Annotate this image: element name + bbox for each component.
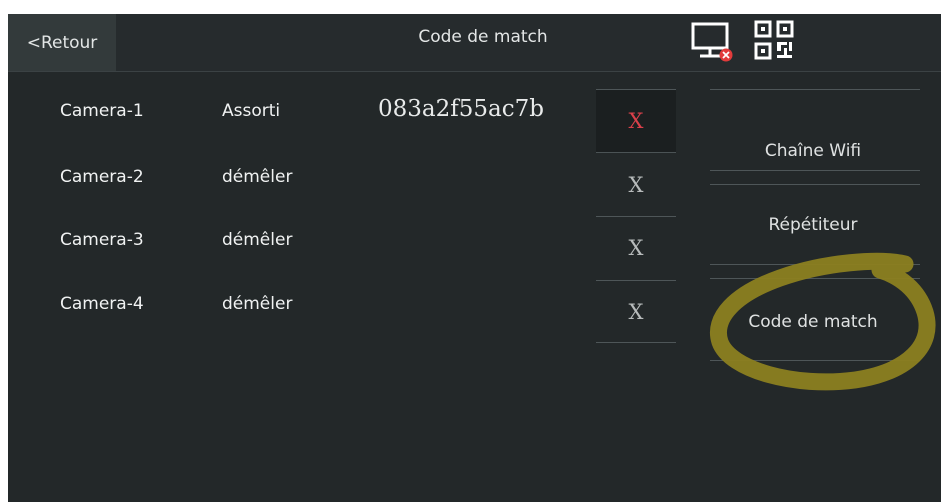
qr-code-icon[interactable]: [753, 19, 795, 61]
camera-name: Camera-1: [60, 101, 144, 121]
remove-camera-1-button[interactable]: X: [596, 90, 676, 153]
back-button[interactable]: <Retour: [8, 14, 116, 71]
divider: [710, 360, 920, 361]
remove-camera-3-button[interactable]: X: [596, 217, 676, 279]
camera-mode: démêler: [222, 294, 293, 314]
divider: [710, 184, 920, 185]
remove-camera-4-button[interactable]: X: [596, 281, 676, 343]
divider: [710, 278, 920, 279]
divider: [710, 170, 920, 171]
match-code-button[interactable]: Code de match: [708, 312, 918, 332]
camera-name: Camera-2: [60, 167, 144, 187]
monitor-disconnected-icon[interactable]: [689, 20, 737, 64]
camera-mode: démêler: [222, 167, 293, 187]
page-title: Code de match: [418, 27, 548, 47]
camera-name: Camera-4: [60, 294, 144, 314]
camera-mode: démêler: [222, 230, 293, 250]
divider: [596, 342, 676, 343]
repeater-button[interactable]: Répétiteur: [708, 215, 918, 235]
wifi-channel-button[interactable]: Chaîne Wifi: [708, 141, 918, 161]
camera-name: Camera-3: [60, 230, 144, 250]
divider: [710, 264, 920, 265]
divider: [710, 89, 920, 90]
camera-mode: Assorti: [222, 101, 281, 121]
camera-match-code: 083a2f55ac7b: [378, 96, 544, 122]
top-bar: <Retour Code de match: [8, 14, 941, 72]
remove-camera-2-button[interactable]: X: [596, 154, 676, 216]
device-screen: <Retour Code de match Camera-1 Assorti 0…: [8, 14, 941, 502]
